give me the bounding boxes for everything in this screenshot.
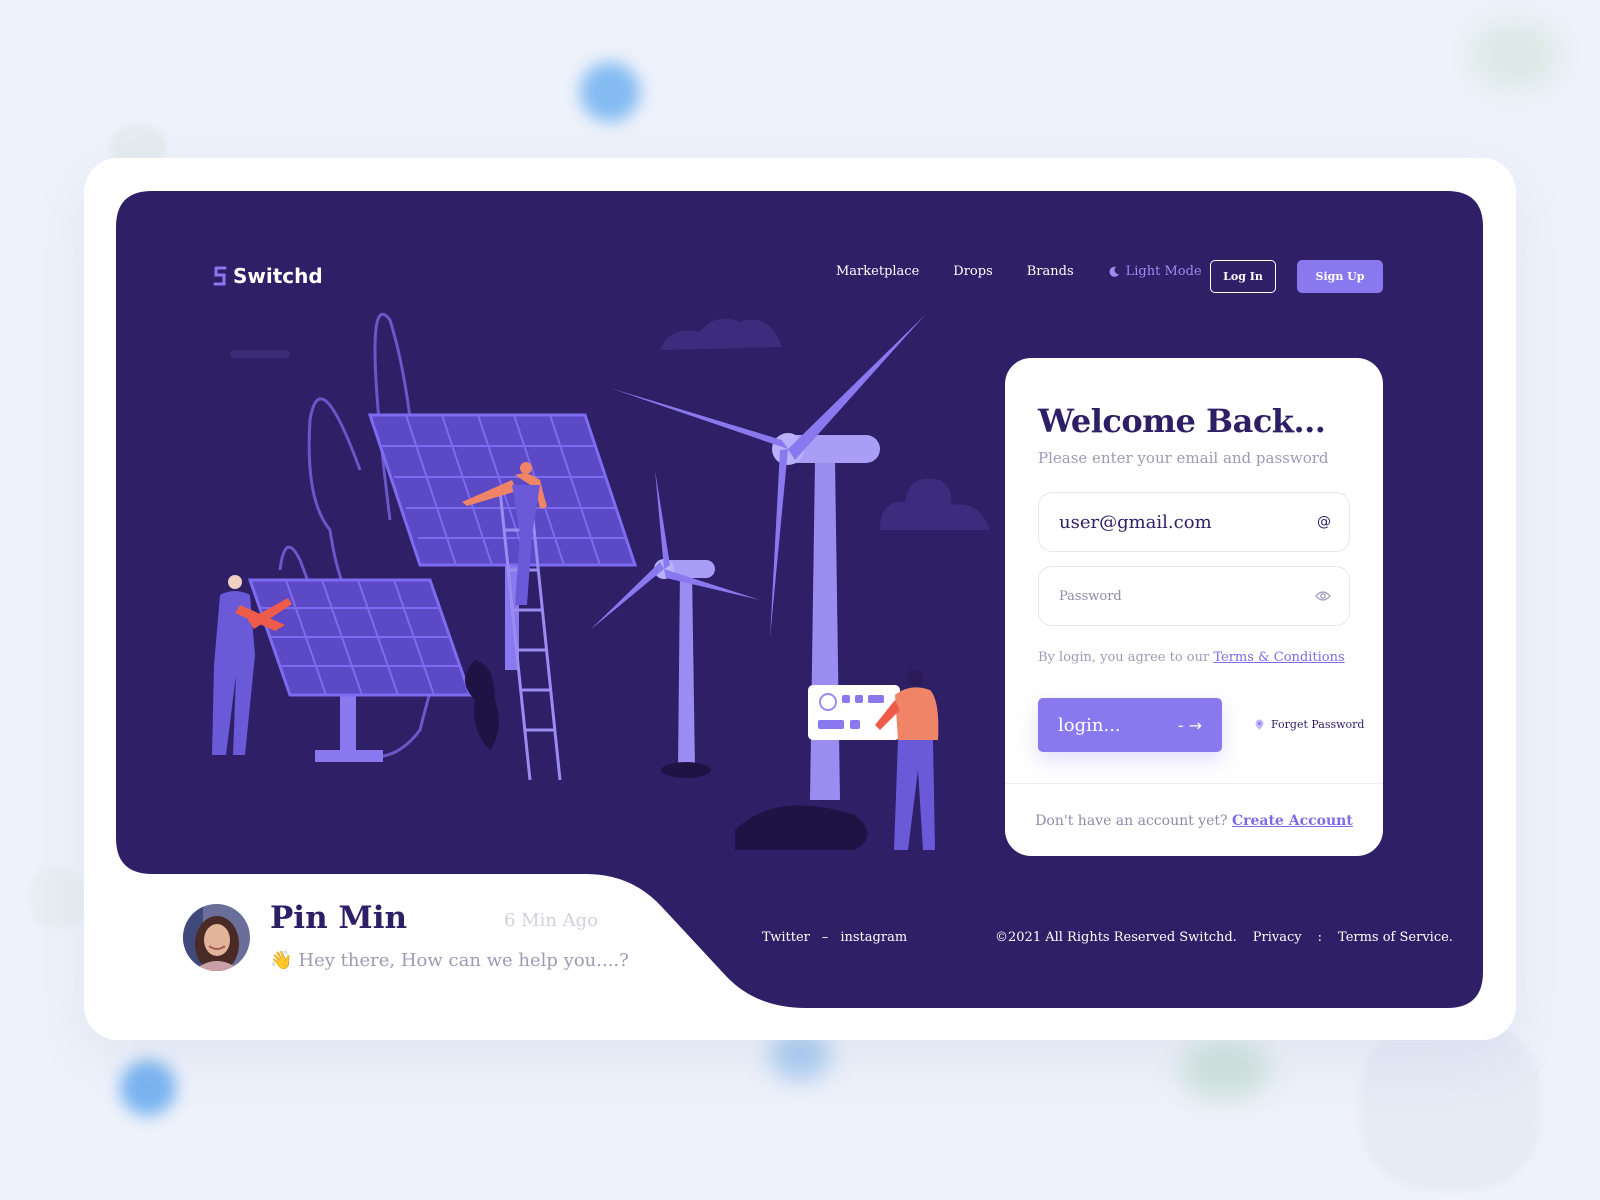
login-card: Welcome Back... Please enter your email … (1005, 358, 1383, 856)
login-subtitle: Please enter your email and password (1038, 449, 1329, 467)
login-submit-label: login... (1058, 714, 1121, 736)
logo-icon (213, 266, 227, 286)
bg-blob (1470, 20, 1560, 90)
no-account-text: Don't have an account yet? (1035, 813, 1228, 829)
login-submit-button[interactable]: login... - → (1038, 698, 1222, 752)
cloud-shape (660, 318, 782, 350)
eye-icon[interactable] (1315, 590, 1331, 602)
password-field[interactable] (1038, 566, 1350, 626)
nav-marketplace[interactable]: Marketplace (836, 264, 919, 279)
footer-legal: ©2021 All Rights Reserved Switchd. Priva… (995, 930, 1453, 945)
plant-shape (465, 660, 499, 750)
privacy-link[interactable]: Privacy (1253, 930, 1302, 945)
terms-link[interactable]: Terms & Conditions (1213, 650, 1344, 665)
terms-agreement: By login, you agree to our Terms & Condi… (1038, 650, 1345, 665)
bg-blob (1180, 1040, 1270, 1100)
instagram-link[interactable]: instagram (840, 930, 907, 945)
log-in-button[interactable]: Log In (1210, 260, 1276, 293)
wave-emoji-icon: 👋 (270, 950, 293, 971)
bg-blob (580, 62, 640, 122)
terms-agreement-text: By login, you agree to our (1038, 650, 1210, 665)
sign-up-button[interactable]: Sign Up (1297, 260, 1383, 293)
cloud-shape (880, 478, 990, 530)
brand-name: Switchd (233, 264, 323, 288)
renewable-energy-illustration (212, 312, 990, 850)
brand-logo[interactable]: Switchd (213, 262, 323, 290)
avatar-photo (183, 904, 250, 971)
moon-icon (1109, 266, 1119, 277)
terms-of-service-link[interactable]: Terms of Service. (1338, 930, 1453, 945)
arrow-right-icon: - → (1177, 715, 1202, 735)
light-mode-toggle[interactable]: Light Mode (1108, 264, 1202, 279)
login-title: Welcome Back... (1038, 402, 1326, 440)
light-mode-label: Light Mode (1125, 264, 1202, 279)
cloud-shape (230, 350, 290, 358)
create-account-link[interactable]: Create Account (1232, 813, 1353, 829)
footer-separator: – (821, 930, 829, 945)
twitter-link[interactable]: Twitter (762, 930, 810, 945)
forget-password-link[interactable]: Forget Password (1255, 718, 1364, 731)
create-account-prompt: Don't have an account yet? Create Accoun… (1005, 813, 1383, 829)
email-field[interactable]: @ (1038, 492, 1350, 552)
footer-separator: : (1317, 930, 1323, 945)
chat-sender-name: Pin Min (270, 900, 408, 936)
bg-blob (120, 1060, 176, 1116)
footer-social: Twitter – instagram (762, 930, 907, 945)
bg-blob (30, 868, 86, 928)
top-nav: Marketplace Drops Brands Light Mode (836, 264, 1236, 279)
chat-message-text: Hey there, How can we help you....? (298, 950, 629, 971)
bg-blob (1360, 1020, 1540, 1190)
chat-timestamp: 6 Min Ago (504, 910, 599, 931)
chat-message: 👋 Hey there, How can we help you....? (270, 950, 629, 971)
password-input[interactable] (1059, 588, 1299, 604)
nav-brands[interactable]: Brands (1027, 264, 1074, 279)
pin-icon (1255, 719, 1264, 730)
email-input[interactable] (1059, 511, 1299, 533)
avatar[interactable] (183, 904, 250, 971)
at-sign-icon: @ (1317, 514, 1331, 530)
card-divider (1005, 783, 1383, 784)
wind-turbine-large (610, 315, 925, 850)
nav-drops[interactable]: Drops (953, 264, 992, 279)
forget-password-label: Forget Password (1271, 718, 1365, 731)
copyright-text: ©2021 All Rights Reserved Switchd. (995, 930, 1237, 945)
